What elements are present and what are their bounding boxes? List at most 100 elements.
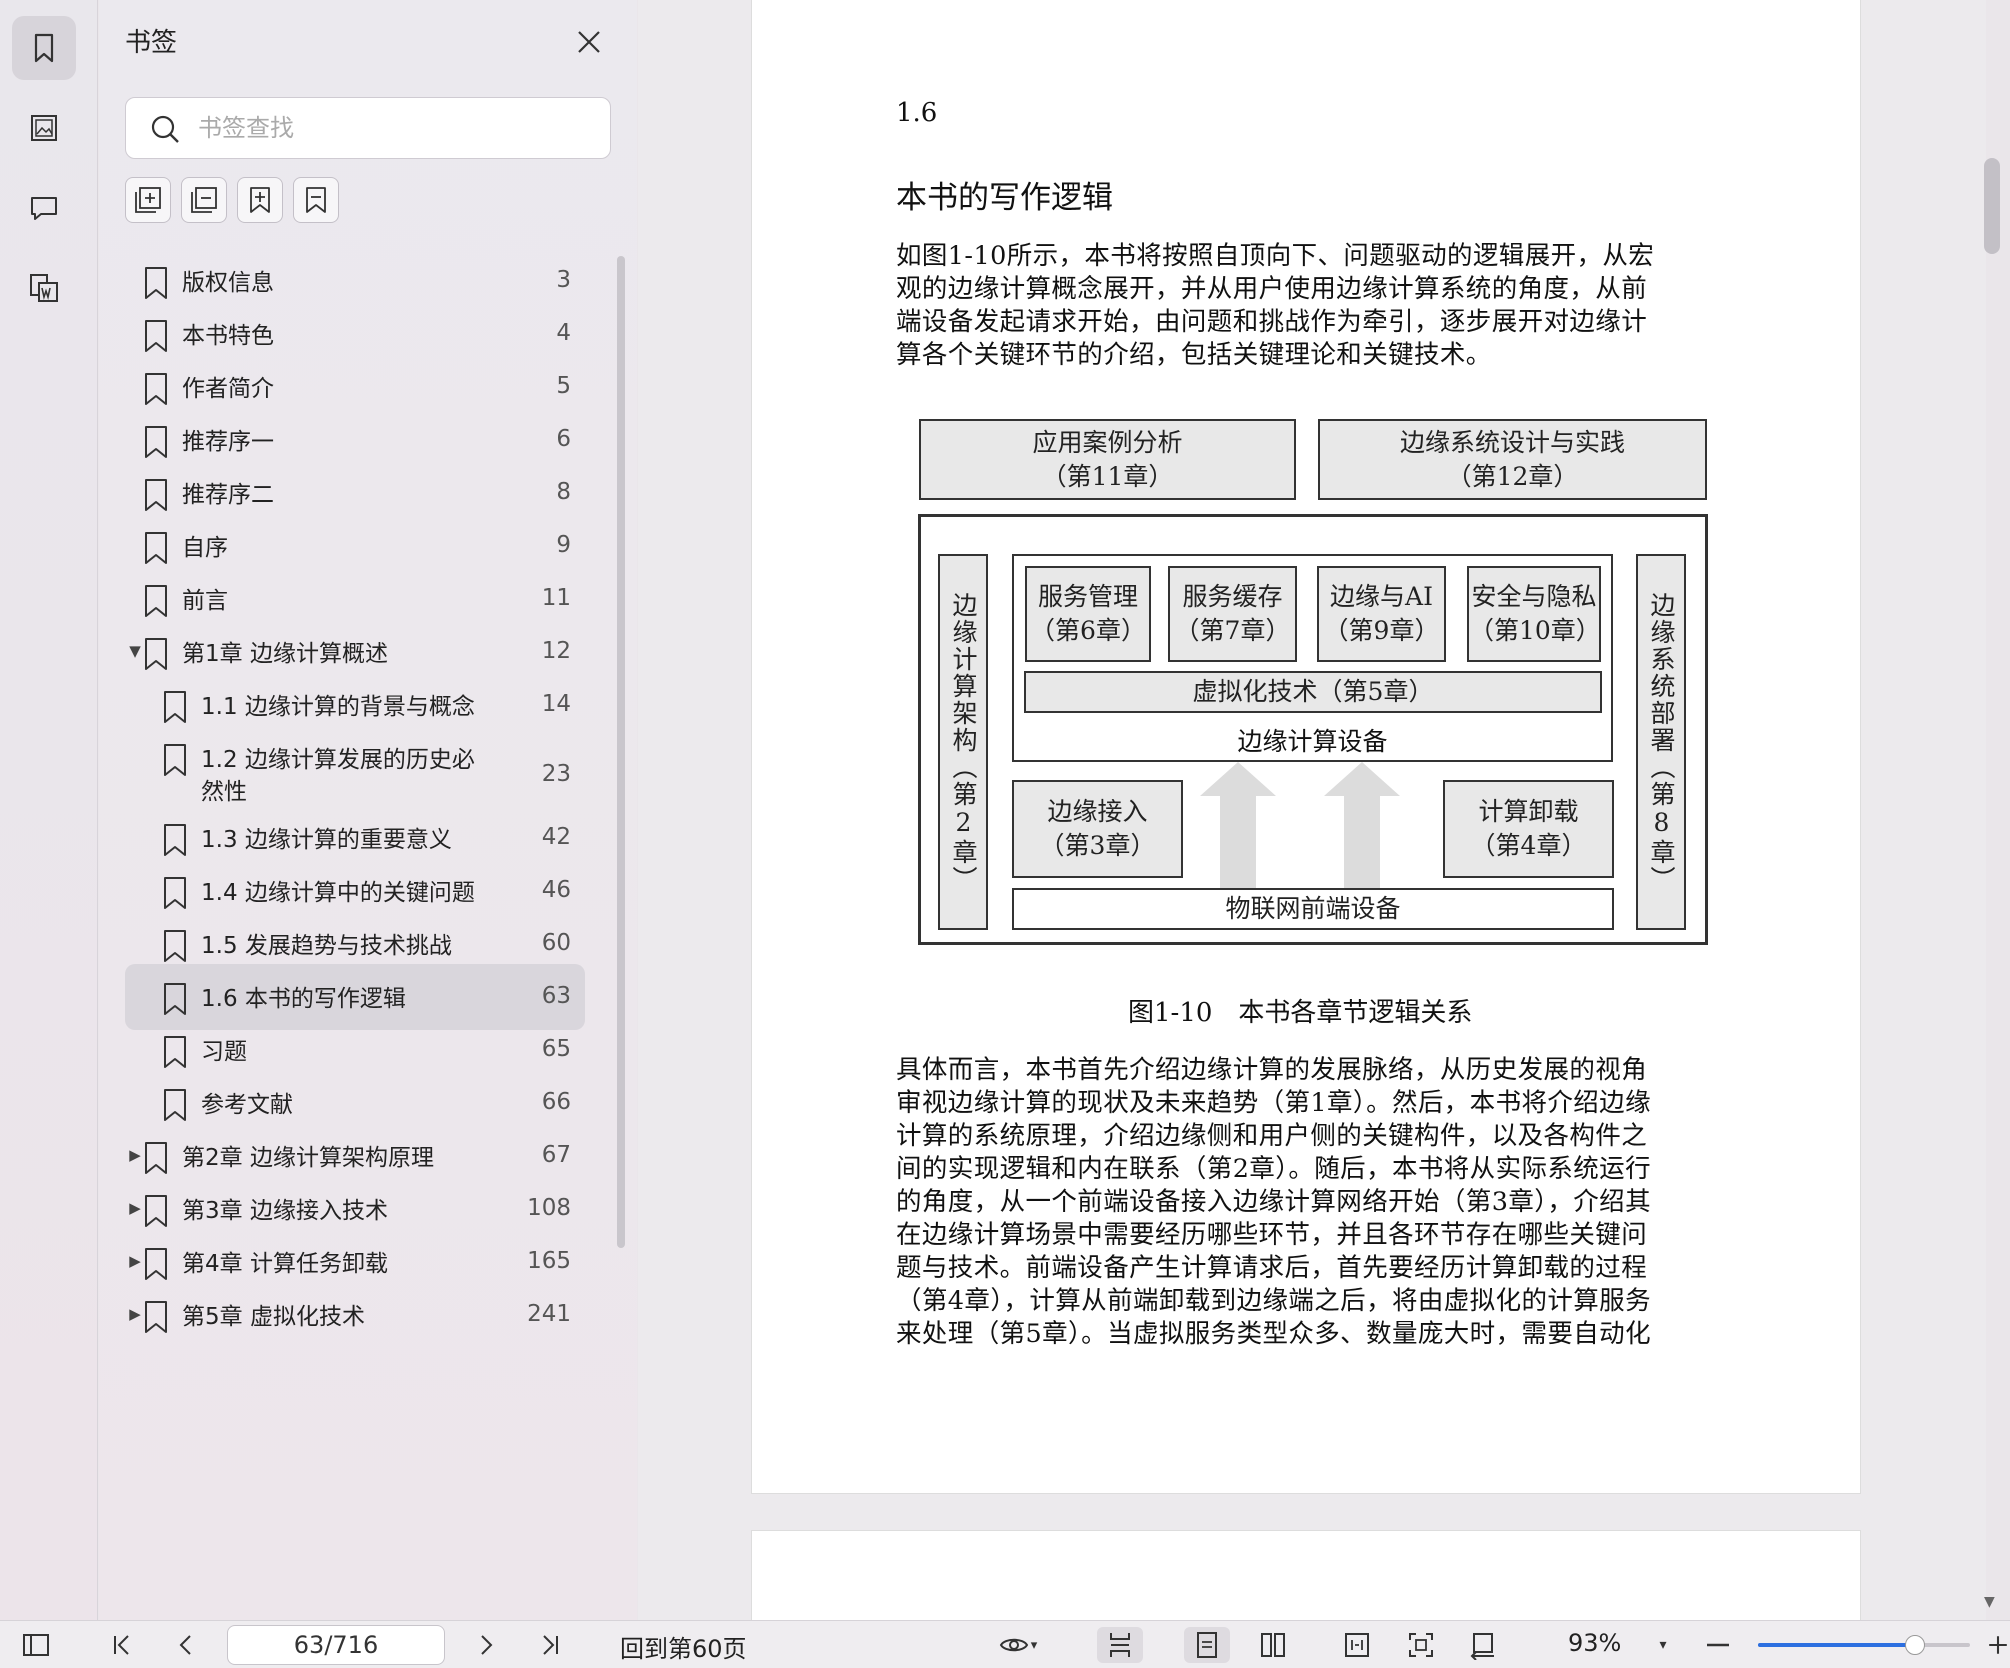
box-line: 边缘系统设计与实践 bbox=[1399, 427, 1625, 457]
bookmark-icon bbox=[145, 479, 167, 511]
box-line: （第3章） bbox=[1039, 831, 1156, 860]
first-page-button[interactable] bbox=[104, 1627, 140, 1663]
box-line: （第9章） bbox=[1323, 616, 1440, 645]
fit-width-button[interactable] bbox=[1334, 1627, 1380, 1663]
remove-bookmark-button[interactable] bbox=[293, 177, 339, 223]
box-line: 边缘与AI bbox=[1330, 582, 1433, 611]
bookmark-remove-icon bbox=[306, 187, 326, 213]
bookmark-page: 12 bbox=[541, 638, 571, 664]
expand-arrow-icon[interactable]: ▶ bbox=[127, 1251, 143, 1271]
box-line: 边缘接入 bbox=[1047, 797, 1148, 826]
bookmark-page: 42 bbox=[541, 824, 571, 850]
upward-arrows bbox=[1200, 762, 1400, 890]
close-panel-button[interactable] bbox=[569, 22, 609, 62]
zoom-slider[interactable] bbox=[1758, 1635, 1970, 1655]
chevron-right-icon bbox=[481, 1635, 493, 1655]
rotate-page-button[interactable] bbox=[1460, 1627, 1506, 1663]
bookmark-icon bbox=[164, 1036, 186, 1068]
bookmark-icon bbox=[145, 320, 167, 352]
document-scrollbar[interactable] bbox=[1984, 158, 2000, 254]
bookmark-page: 65 bbox=[541, 1036, 571, 1062]
zoom-dropdown-button[interactable]: ▾ bbox=[1650, 1627, 1676, 1663]
bookmark-toolbar bbox=[125, 177, 339, 223]
comment-panel-button[interactable] bbox=[12, 176, 76, 240]
bookmark-page: 9 bbox=[556, 532, 571, 558]
bookmark-label: 作者简介 bbox=[182, 376, 274, 402]
section-title: 本书的写作逻辑 bbox=[896, 180, 1113, 216]
minus-icon bbox=[1707, 1643, 1729, 1647]
collapse-arrow-icon[interactable]: ▼ bbox=[127, 641, 143, 661]
bookmark-label: 第4章 计算任务卸载 bbox=[182, 1251, 388, 1277]
add-bookmark-button[interactable] bbox=[237, 177, 283, 223]
single-page-button[interactable] bbox=[1184, 1627, 1230, 1663]
scroll-down-icon[interactable]: ▼ bbox=[1984, 1594, 1995, 1610]
text-line: 来处理（第5章）。当虚拟服务类型众多、数量庞大时，需要自动化 bbox=[896, 1319, 1651, 1349]
text-line: 在边缘计算场景中需要经历哪些环节，并且各环节存在哪些关键问 bbox=[896, 1220, 1648, 1250]
bookmark-page: 4 bbox=[556, 320, 571, 346]
reading-mode-button[interactable]: ▾ bbox=[988, 1627, 1048, 1663]
thumbnail-panel-button[interactable] bbox=[12, 96, 76, 160]
bookmark-page: 3 bbox=[556, 267, 571, 293]
expand-all-button[interactable] bbox=[125, 177, 171, 223]
bookmark-item-chapter-5[interactable]: ▶ 第5章 虚拟化技术 241 bbox=[125, 1282, 585, 1348]
box-virtualization: 虚拟化技术（第5章） bbox=[1024, 671, 1602, 713]
text-line: 审视边缘计算的现状及未来趋势（第1章）。然后，本书将介绍边缘 bbox=[896, 1088, 1651, 1118]
bookmark-page: 67 bbox=[541, 1142, 571, 1168]
zoom-level[interactable]: 93% bbox=[1568, 1629, 1621, 1657]
collapse-all-button[interactable] bbox=[181, 177, 227, 223]
bookmark-page: 241 bbox=[527, 1301, 571, 1327]
sidebar-toggle-icon bbox=[23, 1634, 49, 1656]
bookmark-page: 5 bbox=[556, 373, 571, 399]
bookmark-page: 8 bbox=[556, 479, 571, 505]
bookmark-label: 本书特色 bbox=[182, 323, 274, 349]
bookmark-scrollbar[interactable] bbox=[617, 256, 625, 1248]
back-to-page-link[interactable]: 回到第60页 bbox=[620, 1629, 747, 1664]
expand-arrow-icon[interactable]: ▶ bbox=[127, 1198, 143, 1218]
toggle-sidebar-button[interactable] bbox=[18, 1627, 54, 1663]
box-line: 服务管理 bbox=[1037, 582, 1138, 611]
expand-arrow-icon[interactable]: ▶ bbox=[127, 1304, 143, 1324]
bookmark-label: 第1章 边缘计算概述 bbox=[182, 641, 388, 667]
fit-page-button[interactable] bbox=[1398, 1627, 1444, 1663]
bookmark-icon bbox=[145, 426, 167, 458]
paragraph-2: 具体而言，本书首先介绍边缘计算的发展脉络，从历史发展的视角 审视边缘计算的现状及… bbox=[896, 1054, 1716, 1351]
two-page-button[interactable] bbox=[1250, 1627, 1296, 1663]
chevron-down-icon: ▾ bbox=[1659, 1637, 1667, 1653]
text-line: 如图1-10所示，本书将按照自顶向下、问题驱动的逻辑展开，从宏 bbox=[896, 241, 1655, 271]
bookmark-icon bbox=[164, 824, 186, 856]
bookmark-search-input[interactable] bbox=[198, 108, 588, 148]
bookmark-icon bbox=[145, 585, 167, 617]
bookmark-panel-button[interactable] bbox=[12, 16, 76, 80]
continuous-scroll-button[interactable] bbox=[1097, 1627, 1143, 1663]
first-page-icon bbox=[114, 1635, 129, 1655]
bookmark-list: 版权信息 3 本书特色 4 作者简介 5 推荐序一 6 推荐序二 8 自序 9 bbox=[99, 248, 585, 1620]
text-line: （第4章），计算从前端卸载到边缘端之后，将由虚拟化的计算服务 bbox=[896, 1286, 1651, 1316]
zoom-slider-knob[interactable] bbox=[1904, 1635, 1925, 1655]
expand-arrow-icon[interactable]: ▶ bbox=[127, 1145, 143, 1165]
icon-rail bbox=[0, 0, 98, 1620]
next-page-button[interactable] bbox=[468, 1627, 504, 1663]
bookmark-page: 14 bbox=[541, 691, 571, 717]
panel-title: 书签 bbox=[125, 28, 178, 58]
bookmark-icon bbox=[145, 1248, 167, 1280]
bookmark-page: 66 bbox=[541, 1089, 571, 1115]
previous-page-button[interactable] bbox=[168, 1627, 204, 1663]
box-service-cache: 服务缓存 （第7章） bbox=[1168, 566, 1297, 662]
text-line: 具体而言，本书首先介绍边缘计算的发展脉络，从历史发展的视角 bbox=[896, 1055, 1648, 1085]
box-line: 计算卸载 bbox=[1478, 797, 1579, 826]
bookmark-search-box[interactable] bbox=[125, 97, 611, 159]
bookmark-icon bbox=[34, 33, 54, 63]
last-page-button[interactable] bbox=[532, 1627, 568, 1663]
zoom-in-button[interactable] bbox=[1986, 1627, 2010, 1663]
zoom-slider-fill bbox=[1758, 1643, 1915, 1647]
rotate-icon bbox=[1470, 1633, 1494, 1660]
bookmark-icon bbox=[164, 744, 186, 776]
eye-icon bbox=[999, 1638, 1028, 1652]
bookmark-label: 1.3 边缘计算的重要意义 bbox=[201, 827, 452, 853]
word-convert-icon bbox=[30, 274, 58, 302]
bookmark-label: 习题 bbox=[201, 1039, 247, 1065]
zoom-out-button[interactable] bbox=[1700, 1627, 1736, 1663]
page-number-input[interactable]: 63/716 bbox=[227, 1625, 445, 1665]
convert-panel-button[interactable] bbox=[12, 256, 76, 320]
box-line: 安全与隐私 bbox=[1471, 582, 1597, 611]
